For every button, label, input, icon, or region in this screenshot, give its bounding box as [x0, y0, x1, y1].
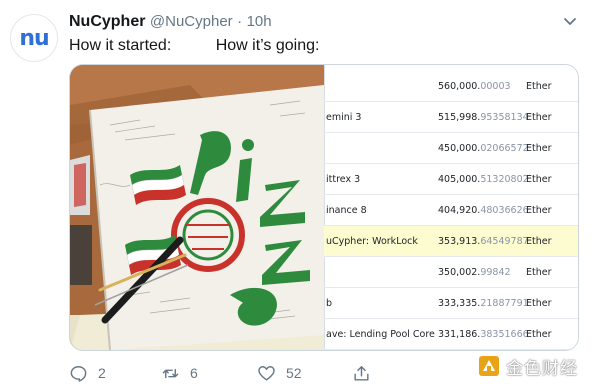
balance-integer: 353,913.	[438, 236, 481, 247]
table-row: inance 8 404,920.48036626 Ether	[324, 195, 578, 226]
balance-integer: 560,000.	[438, 81, 481, 92]
balance-fraction: 99842	[480, 267, 511, 278]
like-button[interactable]: 52	[257, 362, 302, 384]
pizza-box-photo	[70, 65, 324, 350]
balance-unit: Ether	[526, 112, 552, 123]
reply-count: 2	[98, 365, 106, 381]
balance-unit: Ether	[526, 205, 552, 216]
table-row: 560,000.00003 Ether	[324, 71, 578, 102]
balance-integer: 515,998.	[438, 112, 481, 123]
table-row: 450,000.02066572 Ether	[324, 133, 578, 164]
jinse-logo-icon	[479, 356, 499, 376]
retweet-icon	[162, 368, 179, 378]
user-handle[interactable]: @NuCypher	[150, 13, 233, 30]
share-icon	[354, 365, 369, 381]
balance-amount: 331,186.38351666	[438, 329, 529, 340]
address-label: emini 3	[326, 112, 362, 123]
address-label: uCypher: WorkLock	[326, 236, 418, 247]
balance-unit: Ether	[526, 81, 552, 92]
balance-fraction: 51320802	[480, 174, 529, 185]
chevron-down-icon[interactable]	[560, 12, 580, 32]
address-label: ittrex 3	[326, 174, 361, 185]
tweet-header: NuCypher @NuCypher · 10h	[69, 13, 272, 31]
balance-amount: 450,000.02066572	[438, 143, 529, 154]
balance-unit: Ether	[526, 236, 552, 247]
balance-unit: Ether	[526, 143, 552, 154]
reply-icon	[70, 365, 87, 382]
balance-fraction: 48036626	[480, 205, 529, 216]
balance-integer: 333,335.	[438, 298, 481, 309]
balance-fraction: 21887791	[480, 298, 529, 309]
like-count: 52	[286, 365, 302, 381]
balance-integer: 405,000.	[438, 174, 481, 185]
balance-amount: 404,920.48036626	[438, 205, 529, 216]
balance-amount: 405,000.51320802	[438, 174, 529, 185]
table-row: b 333,335.21887791 Ether	[324, 288, 578, 319]
balance-amount: 333,335.21887791	[438, 298, 529, 309]
balance-amount: 515,998.95358134	[438, 112, 529, 123]
address-label: b	[326, 298, 333, 309]
balance-amount: 350,002.99842	[438, 267, 511, 278]
balance-unit: Ether	[526, 298, 552, 309]
table-row: emini 3 515,998.95358134 Ether	[324, 102, 578, 133]
share-button[interactable]	[352, 362, 371, 384]
balance-fraction: 64549787	[480, 236, 529, 247]
watermark-text: 金色财经	[506, 358, 578, 379]
address-label: ave: Lending Pool Core	[326, 329, 435, 340]
balance-unit: Ether	[526, 267, 552, 278]
table-row: ittrex 3 405,000.51320802 Ether	[324, 164, 578, 195]
timestamp[interactable]: 10h	[247, 13, 272, 30]
tweet-text: How it started: How it’s going:	[69, 37, 320, 54]
balance-integer: 350,002.	[438, 267, 481, 278]
address-label: inance 8	[326, 205, 367, 216]
tweet-media[interactable]: 560,000.00003 Ether emini 3 515,998.9535813…	[69, 64, 579, 351]
reply-button[interactable]: 2	[69, 362, 106, 384]
balance-integer: 450,000.	[438, 143, 481, 154]
balance-fraction: 38351666	[480, 329, 529, 340]
heart-icon	[258, 365, 275, 381]
avatar[interactable]: nu	[10, 14, 58, 62]
table-row: ave: Lending Pool Core 331,186.38351666 Et…	[324, 319, 578, 350]
tweet: nu NuCypher @NuCypher · 10h How it start…	[0, 0, 597, 386]
table-row: uCypher: WorkLock 353,913.64549787 Ether	[324, 226, 578, 257]
balance-amount: 353,913.64549787	[438, 236, 529, 247]
balance-integer: 404,920.	[438, 205, 481, 216]
balance-fraction: 95358134	[480, 112, 529, 123]
avatar-logo: nu	[19, 25, 49, 51]
retweet-button[interactable]: 6	[161, 362, 198, 384]
watermark: 金色财经	[478, 351, 596, 381]
separator-dot: ·	[237, 13, 243, 30]
retweet-count: 6	[190, 365, 198, 381]
balance-unit: Ether	[526, 329, 552, 340]
balance-unit: Ether	[526, 174, 552, 185]
display-name[interactable]: NuCypher	[69, 13, 145, 30]
balance-integer: 331,186.	[438, 329, 481, 340]
balance-fraction: 00003	[480, 81, 511, 92]
balance-fraction: 02066572	[480, 143, 529, 154]
table-row: 350,002.99842 Ether	[324, 257, 578, 288]
etherscan-screenshot: 560,000.00003 Ether emini 3 515,998.9535813…	[324, 65, 578, 350]
balance-amount: 560,000.00003	[438, 81, 511, 92]
